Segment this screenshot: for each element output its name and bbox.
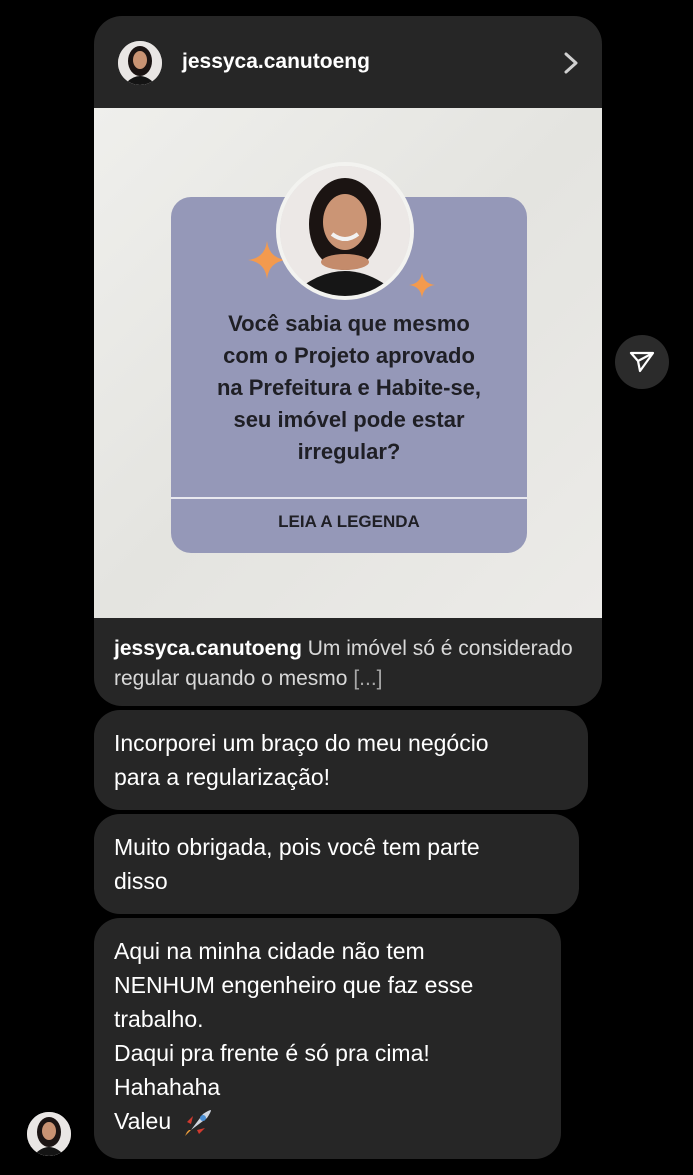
author-portrait [276,162,414,300]
message-line: NENHUM engenheiro que faz esse [114,972,474,998]
question-line: seu imóvel pode estar [233,407,465,432]
question-line: na Prefeitura e Habite-se, [216,375,482,400]
share-button[interactable] [615,335,669,389]
paper-plane-icon [629,351,655,373]
rocket-icon [185,1109,212,1136]
message-bubble[interactable]: Muito obrigada, pois você tem parte diss… [94,814,579,914]
message-line: Incorporei um braço do meu negócio [114,730,489,756]
message-line: Valeu [114,1108,172,1134]
message-line: trabalho. [114,1006,204,1032]
message-line: Muito obrigada, pois você tem parte [114,834,480,860]
caption-username[interactable]: jessyca.canutoeng [114,637,302,660]
message-line: para a regularização! [114,764,331,790]
post-question-text: Você sabia que mesmo com o Projeto aprov… [171,308,527,468]
message-bubble[interactable]: Incorporei um braço do meu negócio para … [94,710,588,810]
message-line-with-emoji: Valeu [114,1104,541,1140]
message-line: Hahahaha [114,1074,221,1100]
post-author-avatar[interactable] [118,41,162,85]
message-line: Aqui na minha cidade não tem [114,938,425,964]
caption-more[interactable]: [...] [353,667,382,690]
question-line: com o Projeto aprovado [223,343,475,368]
message-line: Daqui pra frente é só pra cima! [114,1040,430,1066]
card-divider [171,497,527,499]
post-image[interactable]: Você sabia que mesmo com o Projeto aprov… [94,108,602,618]
read-caption-label: LEIA A LEGENDA [278,512,420,531]
chevron-right-icon[interactable] [562,52,580,74]
post-caption[interactable]: jessyca.canutoeng Um imóvel só é conside… [114,634,584,694]
message-bubble[interactable]: Aqui na minha cidade não tem NENHUM enge… [94,918,561,1159]
post-header[interactable]: jessyca.canutoeng [94,16,602,108]
question-line: Você sabia que mesmo [228,311,470,336]
sender-avatar[interactable] [27,1112,71,1156]
message-line: disso [114,868,168,894]
sparkle-icon [409,272,435,298]
post-author-username[interactable]: jessyca.canutoeng [182,50,370,74]
shared-post-card[interactable]: jessyca.canutoeng Você sabia que mesmo c… [94,16,602,706]
question-line: irregular? [297,439,401,464]
